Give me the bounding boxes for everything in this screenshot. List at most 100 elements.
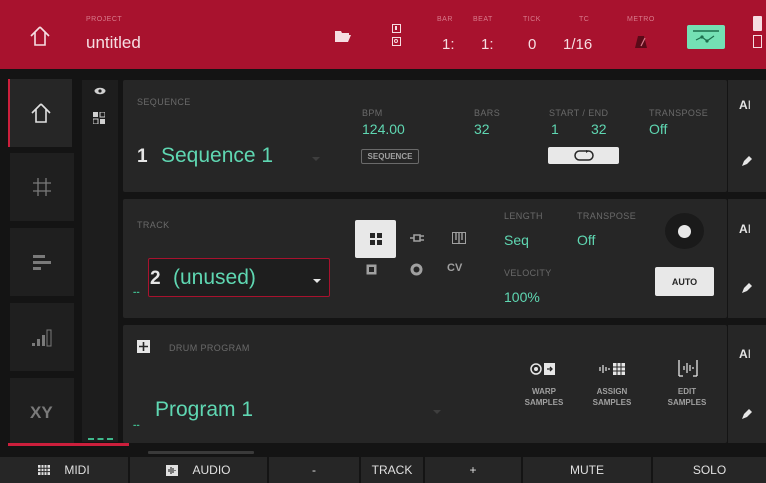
- bars-label: BARS: [474, 108, 501, 118]
- sequence-dropdown-arrow-icon[interactable]: [312, 157, 320, 161]
- start-end-label: START / END: [549, 108, 609, 118]
- tracks-icon: [33, 255, 51, 270]
- xy-pad-icon: XY: [30, 403, 53, 422]
- track-transpose-value[interactable]: Off: [577, 232, 595, 248]
- nav-track-button[interactable]: [10, 228, 74, 296]
- home-icon: [31, 103, 51, 123]
- edit-samples-button[interactable]: EDIT SAMPLES: [664, 386, 710, 408]
- sequence-transpose-label: TRANSPOSE: [649, 108, 709, 118]
- top-bar: PROJECT untitled BAR 1: BEAT 1: TICK 0 T…: [0, 0, 766, 69]
- sequence-transpose-value[interactable]: Off: [649, 121, 667, 137]
- add-program-icon[interactable]: [137, 340, 150, 353]
- track-panel: TRACK 2 (unused) -- CV LENGTH Seq TRANSP…: [123, 199, 727, 318]
- keyboard-grid-icon: [38, 465, 51, 475]
- warp-samples-icon[interactable]: [529, 361, 557, 377]
- velocity-label: VELOCITY: [504, 268, 552, 278]
- bottom-scroll-indicator: [148, 451, 254, 454]
- assign-samples-icon[interactable]: [597, 361, 627, 377]
- rename-icon[interactable]: AI: [739, 98, 751, 112]
- midi-button[interactable]: MIDI: [0, 457, 128, 483]
- edit-pencil-icon[interactable]: [740, 154, 754, 168]
- warp-samples-button[interactable]: WARP SAMPLES: [521, 386, 567, 408]
- audio-button[interactable]: AUDIO: [130, 457, 267, 483]
- view-options-column: [82, 80, 118, 442]
- nav-main-button[interactable]: [8, 79, 72, 147]
- sequence-button[interactable]: SEQUENCE: [361, 149, 419, 164]
- length-label: LENGTH: [504, 211, 543, 221]
- rename-icon[interactable]: AI: [739, 222, 751, 236]
- bar-label: BAR: [437, 16, 453, 23]
- program-dashes: --: [133, 420, 140, 431]
- folder-icon[interactable]: [333, 28, 353, 44]
- svg-text:XY: XY: [30, 403, 53, 422]
- track-side-strip: AI: [728, 199, 766, 318]
- automation-icon[interactable]: [687, 25, 725, 49]
- loop-button[interactable]: [548, 147, 619, 164]
- program-name[interactable]: Program 1: [155, 398, 253, 422]
- nav-mixer-button[interactable]: [10, 303, 74, 371]
- track-number: 2: [150, 268, 161, 289]
- end-value[interactable]: 32: [591, 121, 607, 137]
- midi-type-icon[interactable]: [408, 261, 424, 277]
- pad-grid-icon: [369, 233, 382, 245]
- cv-type-label[interactable]: CV: [447, 262, 462, 274]
- bars-value[interactable]: 32: [474, 121, 490, 137]
- record-mode-icon[interactable]: [391, 22, 401, 48]
- drum-program-label: DRUM PROGRAM: [169, 343, 250, 353]
- bpm-value[interactable]: 124.00: [362, 121, 405, 137]
- track-plus-button[interactable]: +: [425, 457, 521, 483]
- track-label-button[interactable]: TRACK: [361, 457, 423, 483]
- project-label: PROJECT: [86, 16, 123, 23]
- track-record-arm-button[interactable]: [665, 213, 704, 249]
- tc-label: TC: [579, 16, 590, 23]
- program-dropdown-arrow-icon[interactable]: [433, 410, 441, 414]
- track-minus-button[interactable]: -: [269, 457, 359, 483]
- start-value[interactable]: 1: [551, 121, 559, 137]
- bar-value[interactable]: 1:: [442, 36, 455, 53]
- track-transpose-label: TRANSPOSE: [577, 211, 637, 221]
- metro-label: METRO: [627, 16, 655, 23]
- loop-icon: [573, 150, 594, 161]
- edit-samples-icon[interactable]: [676, 359, 700, 377]
- battery-icon: [753, 35, 762, 48]
- beat-label: BEAT: [473, 16, 493, 23]
- left-nav: XY: [0, 69, 129, 452]
- tick-value[interactable]: 0: [528, 36, 536, 53]
- sequence-name[interactable]: Sequence 1: [161, 144, 273, 168]
- keygroup-type-icon[interactable]: [449, 230, 469, 246]
- eye-icon[interactable]: [92, 86, 108, 96]
- drum-type-button[interactable]: [355, 220, 396, 258]
- rename-icon[interactable]: AI: [739, 347, 751, 361]
- level-meter: [88, 438, 113, 440]
- program-panel: DRUM PROGRAM Program 1 -- WARP SAMPLES A…: [123, 325, 727, 443]
- track-label: TRACK: [137, 220, 170, 230]
- nav-xy-button[interactable]: XY: [10, 378, 74, 446]
- metronome-icon[interactable]: [633, 34, 649, 50]
- edit-pencil-icon[interactable]: [740, 281, 754, 295]
- assign-samples-button[interactable]: ASSIGN SAMPLES: [589, 386, 635, 408]
- tc-value[interactable]: 1/16: [563, 36, 592, 53]
- mute-button[interactable]: MUTE: [523, 457, 651, 483]
- auto-button-label: AUTO: [671, 276, 698, 287]
- alert-icon[interactable]: [753, 16, 762, 31]
- home-icon[interactable]: [24, 22, 56, 50]
- pad-grid-icon[interactable]: [92, 111, 106, 125]
- length-value[interactable]: Seq: [504, 232, 529, 248]
- solo-button[interactable]: SOLO: [653, 457, 766, 483]
- plugin-type-icon[interactable]: [407, 230, 427, 246]
- nav-active-indicator: [8, 443, 129, 446]
- audio-label: AUDIO: [192, 463, 231, 477]
- velocity-value[interactable]: 100%: [504, 289, 540, 305]
- nav-grid-button[interactable]: [10, 153, 74, 221]
- grid-icon: [33, 178, 51, 196]
- project-name[interactable]: untitled: [86, 33, 141, 53]
- program-side-strip: AI: [728, 325, 766, 443]
- sequence-number: 1: [137, 146, 148, 167]
- beat-value[interactable]: 1:: [481, 36, 494, 53]
- edit-pencil-icon[interactable]: [740, 407, 754, 421]
- clip-type-icon[interactable]: [363, 261, 379, 277]
- track-name: (unused): [173, 266, 256, 289]
- tick-label: TICK: [523, 16, 541, 23]
- auto-button[interactable]: AUTO: [655, 267, 714, 296]
- track-selector[interactable]: 2 (unused): [148, 258, 330, 297]
